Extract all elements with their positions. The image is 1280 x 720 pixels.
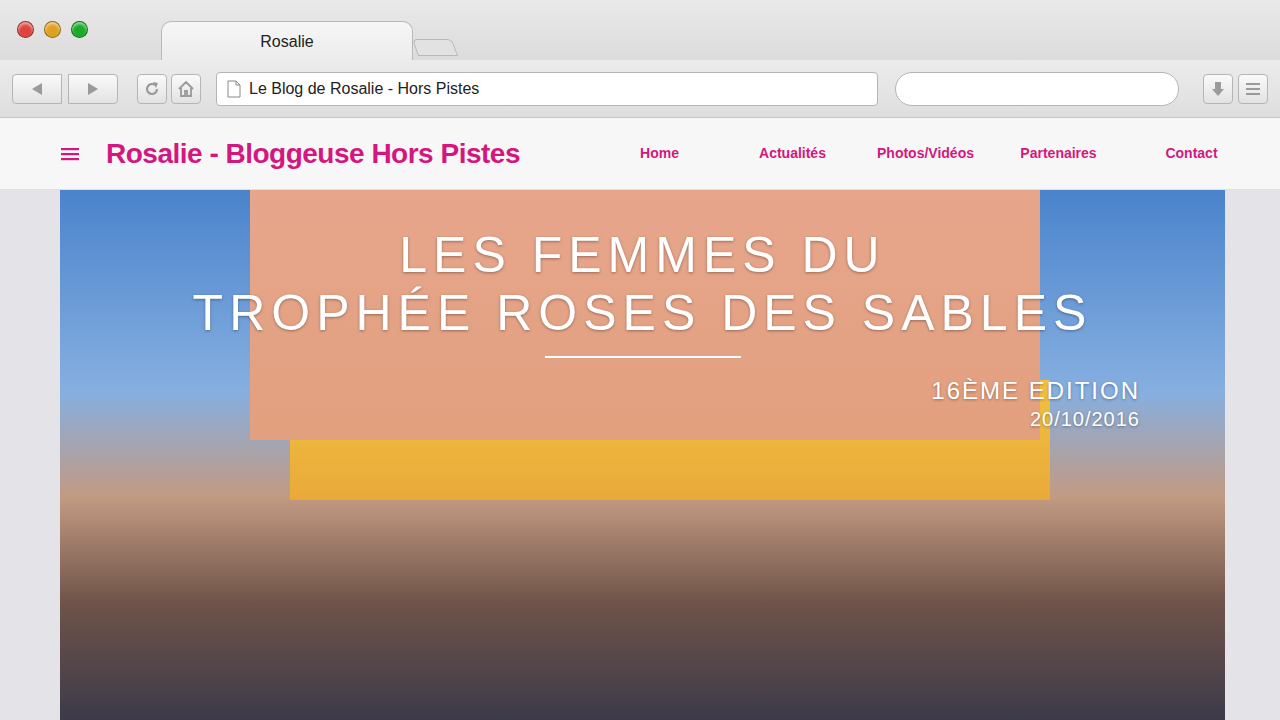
- hero-title-line: TROPHÉE ROSES DES SABLES: [60, 284, 1225, 342]
- browser-tab[interactable]: Rosalie: [161, 21, 413, 60]
- home-button[interactable]: [171, 74, 201, 104]
- back-button[interactable]: [12, 74, 62, 104]
- forward-button[interactable]: [68, 74, 118, 104]
- page-icon: [227, 80, 241, 98]
- forward-arrow-icon: [86, 82, 100, 96]
- reload-icon: [143, 80, 161, 98]
- nav-link[interactable]: Contact: [1125, 143, 1258, 164]
- hero-divider: [545, 356, 741, 358]
- hero-title-line: LES FEMMES DU: [60, 226, 1225, 284]
- reload-button[interactable]: [137, 74, 167, 104]
- hero-banner: LES FEMMES DUTROPHÉE ROSES DES SABLES 16È…: [60, 190, 1225, 720]
- address-text: Le Blog de Rosalie - Hors Pistes: [249, 77, 479, 101]
- hamburger-icon: [60, 146, 80, 162]
- toolbar: Le Blog de Rosalie - Hors Pistes: [0, 60, 1280, 118]
- minimize-button[interactable]: [44, 21, 61, 38]
- nav-link[interactable]: Partenaires: [992, 143, 1125, 164]
- site-title[interactable]: Rosalie - Bloggeuse Hors Pistes: [106, 133, 520, 175]
- download-button[interactable]: [1203, 74, 1233, 104]
- download-icon: [1210, 81, 1226, 97]
- new-tab-button[interactable]: [412, 39, 458, 56]
- home-icon: [177, 80, 195, 98]
- back-arrow-icon: [30, 82, 44, 96]
- maximize-button[interactable]: [71, 21, 88, 38]
- history-buttons: [12, 74, 118, 104]
- nav-link[interactable]: Photos/Vidéos: [859, 143, 992, 164]
- search-field[interactable]: [895, 72, 1179, 106]
- hamburger-button[interactable]: [60, 146, 80, 162]
- address-bar[interactable]: Le Blog de Rosalie - Hors Pistes: [216, 72, 878, 106]
- site-header: Rosalie - Bloggeuse Hors Pistes HomeActua…: [0, 118, 1280, 190]
- nav-link[interactable]: Home: [593, 143, 726, 164]
- nav-link[interactable]: Actualités: [726, 143, 859, 164]
- menu-icon: [1245, 81, 1261, 97]
- close-button[interactable]: [17, 21, 34, 38]
- tab-strip: Rosalie: [0, 0, 1280, 60]
- hero-date: 20/10/2016: [60, 406, 1225, 432]
- hero-edition: 16ÈME EDITION: [60, 376, 1225, 406]
- site-nav: HomeActualitésPhotos/VidéosPartenairesCo…: [593, 143, 1280, 164]
- menu-button[interactable]: [1238, 74, 1268, 104]
- tab-label: Rosalie: [260, 33, 313, 50]
